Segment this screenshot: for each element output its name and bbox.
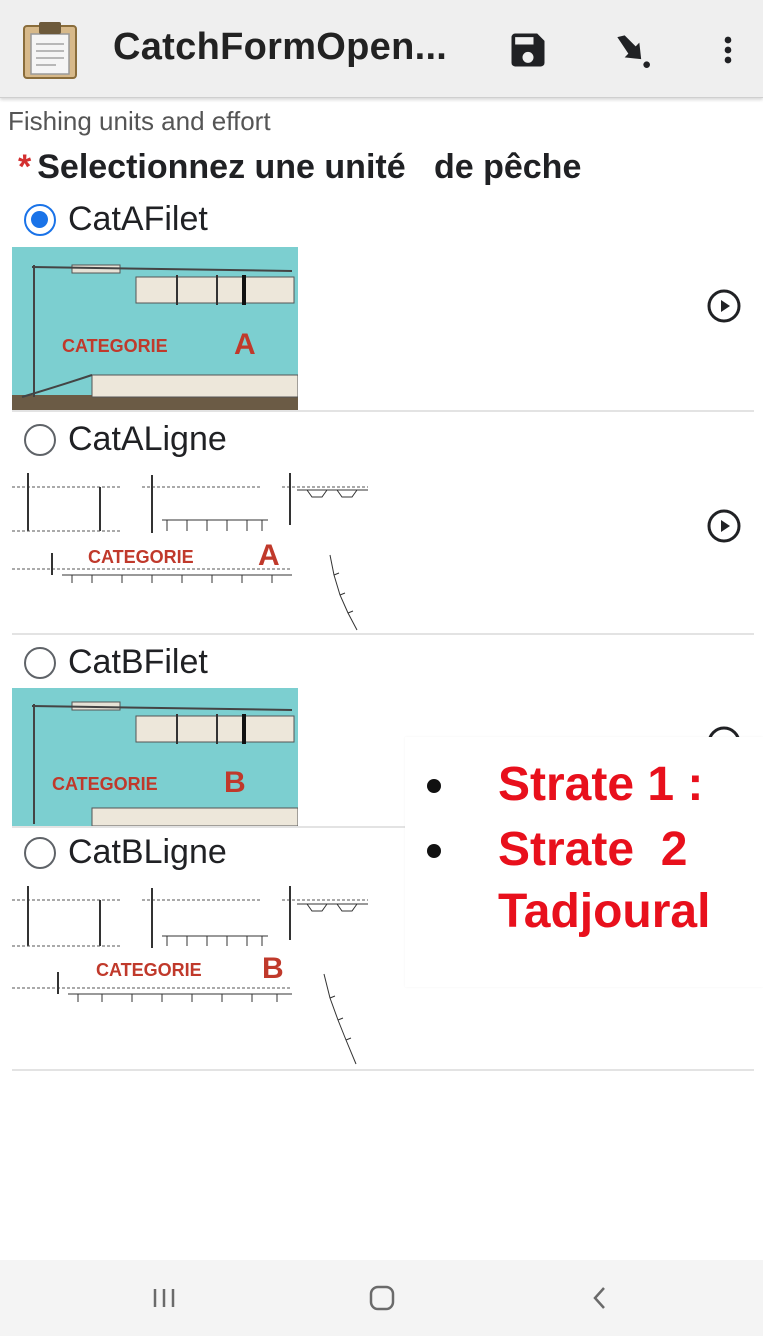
image-caption: CATEGORIE [96,960,202,980]
recent-apps-button[interactable] [134,1272,194,1324]
section-title: Fishing units and effort [8,106,271,136]
back-button[interactable] [570,1272,630,1324]
radio-button[interactable] [24,203,56,236]
image-caption-letter: B [224,766,246,799]
radio-button[interactable] [24,423,56,456]
gear-image-net-a: CATEGORIE A [12,247,298,410]
gear-image-net-b: CATEGORIE B [12,688,298,826]
goto-button[interactable] [604,22,660,78]
image-caption-letter: A [234,328,256,361]
save-icon [511,33,545,67]
radio-button[interactable] [24,646,56,679]
gear-image-line-a: CATEGORIE A [12,465,368,633]
overlay-line-3: Tadjoural [498,885,711,938]
app-title: CatchFormOpen... [113,26,448,68]
goto-arrow-icon [617,35,650,68]
gear-image-line-b: CATEGORIE B [12,878,368,1068]
choice-item-catafilet[interactable]: CatAFilet CATEGORIE A [12,200,754,412]
choice-item-cataligne[interactable]: CatALigne CATEGORIE A [12,420,754,635]
image-caption: CATEGORIE [52,774,158,794]
choice-radio-row[interactable]: CatALigne [24,420,227,459]
system-nav-bar [0,1260,763,1336]
choice-radio-row[interactable]: CatBLigne [24,833,227,872]
radio-button[interactable] [24,836,56,869]
play-audio-icon[interactable] [706,288,742,324]
image-caption: CATEGORIE [62,336,168,356]
home-button[interactable] [352,1272,412,1324]
play-audio-icon[interactable] [706,508,742,544]
choice-label: CatBFilet [68,643,208,681]
choice-label: CatBLigne [68,833,227,871]
choice-radio-row[interactable]: CatAFilet [24,200,208,239]
bullet-dot [427,779,441,793]
back-icon [593,1287,605,1309]
clipboard-icon [23,22,77,79]
required-marker: * [18,148,32,186]
choice-label: CatAFilet [68,200,208,238]
recent-apps-icon [153,1289,175,1307]
question-text: Selectionnez une unité de pêche [37,148,582,186]
image-caption-letter: B [262,952,284,985]
save-button[interactable] [500,22,556,78]
overlay-line-1: Strate 1 : [498,758,704,811]
bullet-dot [427,844,441,858]
image-caption-letter: A [258,539,280,572]
overlay-line-2: Strate 2 [498,823,688,876]
overlay-textbox: Strate 1 : Strate 2 Tadjoural [405,737,763,987]
home-icon [369,1285,395,1311]
image-caption: CATEGORIE [88,547,194,567]
choice-radio-row[interactable]: CatBFilet [24,643,208,682]
more-options-button[interactable] [700,22,756,78]
choice-label: CatALigne [68,420,227,458]
app-bar: CatchFormOpen... [0,0,763,98]
more-vert-icon [724,36,732,64]
question-label: * Selectionnez une unité de pêche [18,148,581,187]
